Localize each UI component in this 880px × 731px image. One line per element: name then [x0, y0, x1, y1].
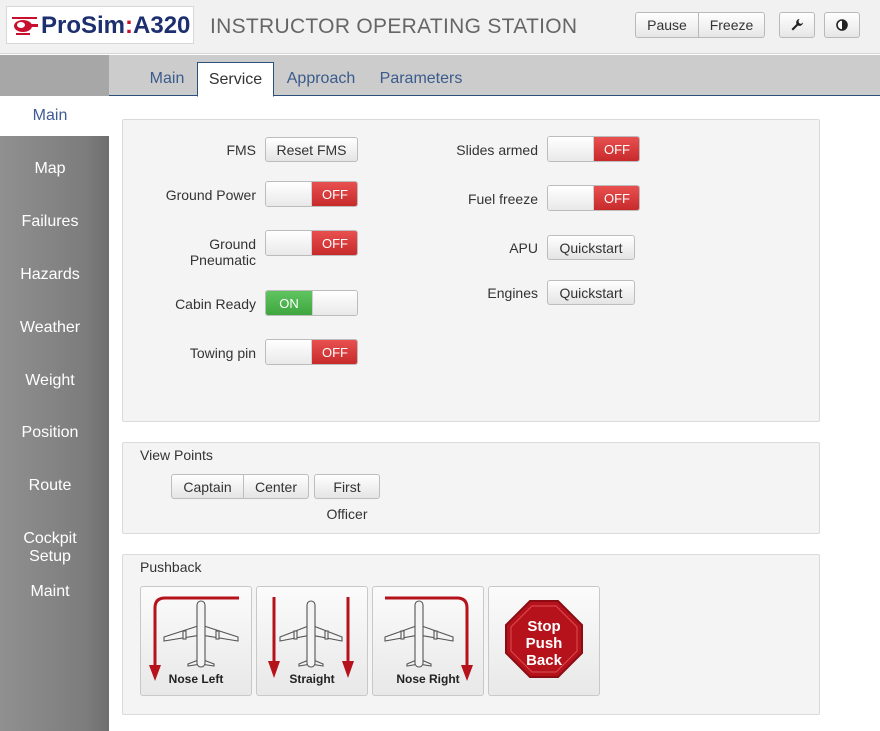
sidebar-item-maint[interactable]: Maint: [0, 583, 100, 601]
nose-left-label: Nose Left: [168, 672, 224, 686]
first-officer-label: Officer: [326, 506, 368, 522]
toggle-state: OFF: [312, 231, 357, 255]
logo-colon: :: [125, 12, 134, 39]
tab-bar: Main Service Approach Parameters: [109, 55, 880, 97]
sidebar-item-hazards[interactable]: Hazards: [0, 266, 100, 284]
towing-pin-label: Towing pin: [189, 345, 256, 361]
fms-label: FMS: [226, 142, 256, 158]
center-button[interactable]: Center: [243, 474, 309, 499]
toggle-state: OFF: [312, 340, 357, 364]
ground-pneumatic-label: Ground Pneumatic: [130, 236, 256, 268]
ground-power-toggle[interactable]: OFF: [265, 181, 358, 207]
fuel-freeze-toggle[interactable]: OFF: [547, 185, 640, 211]
logo-text-left: ProSim: [41, 12, 126, 39]
sidebar-item-route[interactable]: Route: [0, 477, 100, 495]
view-points-title: View Points: [140, 447, 213, 463]
stop-text-line3: Back: [526, 652, 563, 669]
sidebar-item-cockpit-setup[interactable]: Cockpit Setup: [0, 530, 100, 566]
sidebar-item-weather[interactable]: Weather: [0, 319, 100, 337]
app-title: INSTRUCTOR OPERATING STATION: [210, 15, 578, 38]
slides-armed-label: Slides armed: [456, 142, 538, 158]
stop-sign-icon: Stop Push Back: [505, 600, 583, 678]
cabin-ready-toggle[interactable]: ON: [265, 290, 358, 316]
nose-right-button[interactable]: Nose Right: [372, 586, 484, 696]
sidebar-active-arrow: [101, 109, 109, 121]
cabin-ready-label: Cabin Ready: [175, 296, 256, 312]
straight-button[interactable]: Straight: [256, 586, 368, 696]
captain-button[interactable]: Captain: [171, 474, 244, 499]
sidebar: [0, 55, 109, 731]
stop-text-line1: Stop: [527, 618, 560, 635]
logo-text: ProSim:A320: [41, 12, 190, 40]
straight-label: Straight: [289, 672, 335, 686]
apu-label: APU: [509, 240, 538, 256]
towing-pin-toggle[interactable]: OFF: [265, 339, 358, 365]
ground-power-label: Ground Power: [165, 187, 256, 203]
freeze-button[interactable]: Freeze: [698, 12, 765, 38]
toggle-state: ON: [266, 291, 312, 315]
sidebar-top: [0, 55, 109, 96]
toggle-knob: [266, 182, 312, 206]
fuel-freeze-label: Fuel freeze: [467, 191, 538, 207]
toggle-knob: [548, 186, 594, 210]
wrench-icon: [791, 19, 803, 31]
sidebar-item-weight[interactable]: Weight: [0, 372, 100, 390]
ground-pneumatic-text: Ground Pneumatic: [189, 236, 256, 268]
toggle-state: OFF: [594, 186, 639, 210]
ground-pneumatic-toggle[interactable]: OFF: [265, 230, 358, 256]
toggle-knob: [266, 231, 312, 255]
settings-button[interactable]: [779, 12, 815, 38]
nose-left-button[interactable]: Nose Left: [140, 586, 252, 696]
first-officer-button[interactable]: First: [314, 474, 380, 499]
tab-main[interactable]: Main: [139, 62, 195, 96]
pause-button[interactable]: Pause: [635, 12, 699, 38]
pushback-title: Pushback: [140, 559, 202, 575]
toggle-knob: [266, 340, 312, 364]
slides-armed-toggle[interactable]: OFF: [547, 136, 640, 162]
apu-quickstart-button[interactable]: Quickstart: [547, 235, 635, 260]
stop-pushback-button[interactable]: Stop Push Back: [488, 586, 600, 696]
tab-approach[interactable]: Approach: [281, 62, 361, 96]
engines-quickstart-button[interactable]: Quickstart: [547, 280, 635, 305]
sidebar-item-position[interactable]: Position: [0, 424, 100, 442]
reset-fms-button[interactable]: Reset FMS: [265, 137, 358, 162]
engines-label: Engines: [487, 285, 538, 301]
tab-service[interactable]: Service: [197, 62, 274, 97]
toggle-state: OFF: [594, 137, 639, 161]
sidebar-item-map[interactable]: Map: [0, 160, 100, 178]
header-bar: ProSim:A320 INSTRUCTOR OPERATING STATION…: [0, 0, 880, 54]
tab-parameters[interactable]: Parameters: [371, 62, 471, 96]
sidebar-item-failures[interactable]: Failures: [0, 213, 100, 231]
sidebar-item-main[interactable]: Main: [0, 107, 100, 125]
prosim-logo: ProSim:A320: [6, 6, 194, 44]
contrast-icon: [836, 19, 848, 31]
toggle-knob: [312, 291, 357, 315]
nose-right-label: Nose Right: [396, 672, 460, 686]
contrast-button[interactable]: [824, 12, 860, 38]
service-panel: [122, 119, 820, 422]
stop-text-line2: Push: [526, 635, 563, 652]
toggle-knob: [548, 137, 594, 161]
toggle-state: OFF: [312, 182, 357, 206]
logo-text-right: A320: [133, 12, 191, 39]
helicopter-icon: [12, 17, 38, 35]
